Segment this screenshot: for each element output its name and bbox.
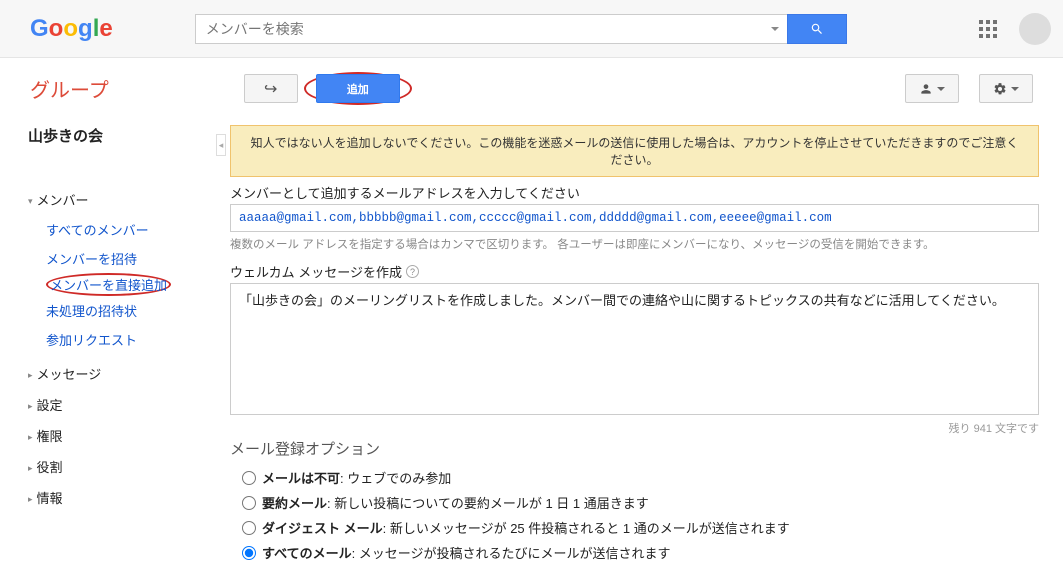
radio-digest[interactable]: ダイジェスト メール: 新しいメッセージが 25 件投稿されると 1 通のメール… — [230, 515, 1039, 540]
sidebar: 山歩きの会 メンバー すべてのメンバー メンバーを招待 メンバーを直接追加 未処… — [0, 121, 220, 575]
radio-all-email-input[interactable] — [242, 546, 256, 560]
settings-button[interactable] — [979, 74, 1033, 103]
add-button[interactable]: 追加 — [316, 74, 400, 103]
global-header: Google — [0, 0, 1063, 58]
char-count: 残り 941 文字です — [230, 420, 1039, 436]
google-logo[interactable]: Google — [30, 15, 113, 43]
service-name[interactable]: グループ — [30, 74, 109, 103]
sidebar-section-info[interactable]: 情報 — [28, 482, 220, 513]
sidebar-item-all-members[interactable]: すべてのメンバー — [46, 215, 220, 244]
welcome-message-textarea[interactable]: 「山歩きの会」のメーリングリストを作成しました。メンバー間での連絡や山に関するト… — [230, 283, 1039, 415]
search-input[interactable] — [195, 14, 787, 44]
sidebar-item-pending-invites[interactable]: 未処理の招待状 — [46, 296, 220, 325]
email-field-label: メンバーとして追加するメールアドレスを入力してください — [230, 183, 1039, 202]
person-icon — [919, 82, 933, 96]
help-icon[interactable]: ? — [406, 265, 419, 278]
radio-abridged[interactable]: 要約メール: 新しい投稿についての要約メールが 1 日 1 通届きます — [230, 490, 1039, 515]
radio-abridged-input[interactable] — [242, 496, 256, 510]
search-box — [195, 14, 847, 44]
group-title[interactable]: 山歩きの会 — [28, 125, 220, 146]
search-icon — [810, 22, 824, 36]
sidebar-section-roles[interactable]: 役割 — [28, 451, 220, 482]
sidebar-section-members[interactable]: メンバー — [28, 184, 220, 215]
radio-digest-input[interactable] — [242, 521, 256, 535]
sidebar-section-permissions[interactable]: 権限 — [28, 420, 220, 451]
warning-notice: 知人ではない人を追加しないでください。この機能を迷惑メールの送信に使用した場合は… — [230, 125, 1039, 177]
search-button[interactable] — [787, 14, 847, 44]
back-button[interactable] — [244, 74, 298, 103]
radio-all-email[interactable]: すべてのメール: メッセージが投稿されるたびにメールが送信されます — [230, 540, 1039, 565]
sidebar-item-invite-members[interactable]: メンバーを招待 — [46, 244, 220, 273]
main-panel: 知人ではない人を追加しないでください。この機能を迷惑メールの送信に使用した場合は… — [220, 121, 1063, 575]
sidebar-section-messages[interactable]: メッセージ — [28, 358, 220, 389]
gear-icon — [993, 82, 1007, 96]
email-options-title: メール登録オプション — [230, 438, 1039, 459]
sub-header: グループ 追加 — [0, 58, 1063, 121]
manage-members-button[interactable] — [905, 74, 959, 103]
welcome-label: ウェルカム メッセージを作成 — [230, 262, 402, 281]
avatar[interactable] — [1019, 13, 1051, 45]
apps-icon[interactable] — [979, 20, 997, 38]
radio-no-email-input[interactable] — [242, 471, 256, 485]
radio-no-email[interactable]: メールは不可: ウェブでのみ参加 — [230, 465, 1039, 490]
sidebar-section-settings[interactable]: 設定 — [28, 389, 220, 420]
sidebar-item-join-requests[interactable]: 参加リクエスト — [46, 325, 220, 354]
sidebar-item-direct-add[interactable]: メンバーを直接追加 — [50, 278, 167, 293]
email-addresses-input[interactable] — [230, 204, 1039, 232]
email-hint: 複数のメール アドレスを指定する場合はカンマで区切ります。 各ユーザーは即座にメ… — [230, 236, 1039, 252]
